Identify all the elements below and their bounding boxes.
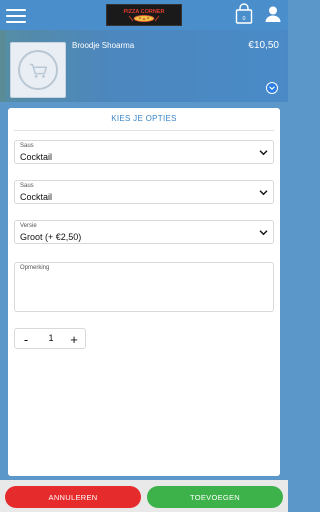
chevron-down-icon[interactable] <box>266 82 278 94</box>
cancel-button[interactable]: ANNULEREN <box>5 486 141 508</box>
sauce-select-2[interactable]: Saus Cocktail <box>14 180 274 204</box>
field-label: Versie <box>20 223 37 229</box>
sauce-select-1[interactable]: Saus Cocktail <box>14 140 274 164</box>
product-name: Broodje Shoarma <box>72 41 135 50</box>
increment-button[interactable]: + <box>66 331 82 347</box>
remark-label: Opmerking <box>20 265 50 271</box>
divider <box>14 130 274 131</box>
pizza-corner-logo-icon: PIZZA CORNER <box>123 9 165 23</box>
field-label: Saus <box>20 143 34 149</box>
field-value: Cocktail <box>20 192 53 202</box>
cart-count: 0 <box>242 16 245 22</box>
logo[interactable]: PIZZA CORNER <box>106 4 182 26</box>
field-value: Cocktail <box>20 152 53 162</box>
top-bar: PIZZA CORNER 0 <box>0 0 288 30</box>
chevron-down-icon <box>259 150 268 156</box>
options-title: KIES JE OPTIES <box>111 114 177 123</box>
cart-placeholder-icon <box>18 50 58 90</box>
version-select[interactable]: Versie Groot (+ €2,50) <box>14 220 274 244</box>
remark-textarea[interactable]: Opmerking <box>14 262 274 312</box>
quantity-stepper: - 1 + <box>14 328 86 349</box>
field-value: Groot (+ €2,50) <box>20 232 82 242</box>
quantity-value[interactable]: 1 <box>41 333 61 343</box>
options-panel: KIES JE OPTIES Saus Cocktail Saus Cockta… <box>8 108 280 476</box>
svg-text:PIZZA CORNER: PIZZA CORNER <box>123 9 164 15</box>
product-thumbnail <box>10 42 66 98</box>
field-label: Saus <box>20 183 34 189</box>
add-button[interactable]: TOEVOEGEN <box>147 486 283 508</box>
user-icon[interactable] <box>264 5 282 23</box>
decrement-button[interactable]: - <box>18 331 34 347</box>
cart-icon[interactable]: 0 <box>234 3 254 25</box>
product-price: €10,50 <box>248 40 279 51</box>
chevron-down-icon <box>259 230 268 236</box>
chevron-down-icon <box>259 190 268 196</box>
menu-icon[interactable] <box>6 9 26 23</box>
